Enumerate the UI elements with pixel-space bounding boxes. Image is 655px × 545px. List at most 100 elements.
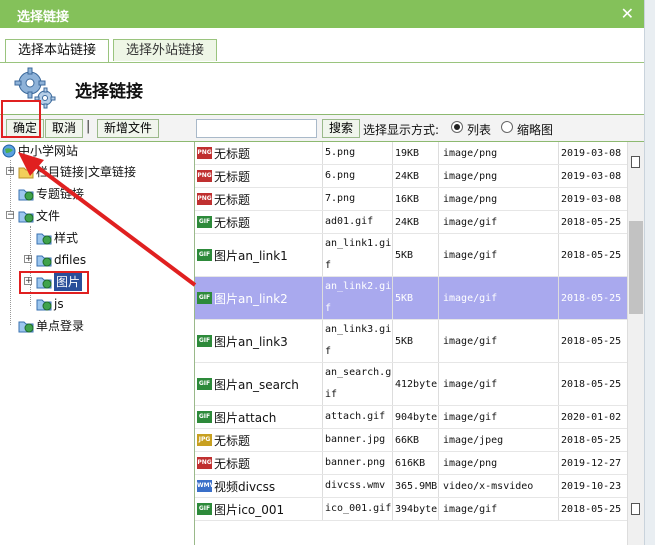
thumbnail-mode-label[interactable]: 缩略图 (517, 121, 553, 138)
file-list-scrollbar[interactable] (627, 142, 644, 545)
file-date-text: 2018-05-25 (561, 249, 622, 261)
gif-file-icon: GIF (197, 378, 212, 390)
file-type-cell: image/gif (439, 234, 559, 276)
gears-icon (14, 67, 56, 109)
file-filename-text: banner.jpg (325, 434, 386, 445)
file-row[interactable]: GIF 图片an_link2 an_link2.gif 5KB image/gif 201… (195, 277, 627, 320)
file-name-cell: JPG 无标题 (195, 429, 323, 451)
file-row[interactable]: GIF 图片attach attach.gif 904byte image/gif 202… (195, 406, 627, 429)
background-window-edge (644, 0, 655, 545)
file-type-text: image/png (443, 170, 498, 182)
file-type-text: image/jpeg (443, 434, 504, 446)
file-filename-text: ad01.gif (325, 216, 374, 227)
file-date-text: 2018-05-25 (561, 434, 622, 446)
file-row[interactable]: JPG 无标题 banner.jpg 66KB image/jpeg 2018-05-25 (195, 429, 627, 452)
file-row[interactable]: GIF 无标题 ad01.gif 24KB image/gif 2018-05-25 (195, 211, 627, 234)
file-row[interactable]: GIF 图片an_search an_search.gif 412byte image/… (195, 363, 627, 406)
file-filename-cell: ad01.gif (323, 211, 393, 233)
file-row[interactable]: PNG 无标题 banner.png 616KB image/png 2019-12-27 (195, 452, 627, 475)
file-filename-cell: divcss.wmv (323, 475, 393, 497)
file-type-cell: image/png (439, 165, 559, 187)
file-date-cell: 2018-05-25 (559, 429, 627, 451)
file-size-cell: 904byte (393, 406, 439, 428)
file-type-text: image/gif (443, 378, 498, 390)
confirm-button[interactable]: 确定 (6, 119, 45, 138)
file-filename-cell: ico_001.gif (323, 498, 393, 520)
file-date-text: 2019-03-08 (561, 147, 622, 159)
file-row[interactable]: GIF 图片an_link1 an_link1.gif 5KB image/gif 201… (195, 234, 627, 277)
thumbnail-mode-radio[interactable] (501, 121, 513, 133)
cancel-button[interactable]: 取消 (45, 119, 84, 138)
png-file-icon: PNG (197, 457, 212, 469)
file-title: 视频divcss (214, 479, 276, 494)
file-date-text: 2018-05-25 (561, 292, 622, 304)
file-filename-cell: an_search.gif (323, 363, 393, 405)
file-filename-text: an_link3.gif (325, 324, 392, 357)
file-date-text: 2018-05-25 (561, 335, 622, 347)
file-date-text: 2018-05-25 (561, 216, 622, 228)
file-date-cell: 2019-12-27 (559, 452, 627, 474)
tab-local-links[interactable]: 选择本站链接 (5, 39, 110, 62)
file-filename-cell: an_link1.gif (323, 234, 393, 276)
file-date-cell: 2019-03-08 (559, 142, 627, 164)
list-mode-radio[interactable] (451, 121, 463, 133)
file-type-text: image/gif (443, 335, 498, 347)
file-row[interactable]: PNG 无标题 6.png 24KB image/png 2019-03-08 (195, 165, 627, 188)
file-filename-text: divcss.wmv (325, 480, 386, 491)
file-date-cell: 2018-05-25 (559, 234, 627, 276)
file-date-text: 2020-01-02 (561, 411, 622, 423)
file-row[interactable]: PNG 无标题 5.png 19KB image/png 2019-03-08 (195, 142, 627, 165)
file-type-text: image/gif (443, 216, 498, 228)
file-type-cell: image/gif (439, 211, 559, 233)
file-date-text: 2019-03-08 (561, 193, 622, 205)
file-title: 图片an_link2 (214, 291, 288, 306)
file-filename-cell: 6.png (323, 165, 393, 187)
file-size-text: 5KB (395, 249, 414, 261)
scroll-down-arrow[interactable] (631, 503, 640, 515)
file-type-cell: image/gif (439, 320, 559, 362)
toolbar: 确定 取消 | 新增文件 搜索 选择显示方式: 列表 缩略图 (0, 114, 644, 142)
file-size-text: 365.9MB (395, 480, 438, 492)
scroll-thumb[interactable] (629, 221, 643, 314)
file-row[interactable]: WMV 视频divcss divcss.wmv 365.9MB video/x-msvi… (195, 475, 627, 498)
file-filename-cell: attach.gif (323, 406, 393, 428)
file-row[interactable]: PNG 无标题 7.png 16KB image/png 2019-03-08 (195, 188, 627, 211)
file-date-text: 2019-03-08 (561, 170, 622, 182)
file-type-text: image/png (443, 147, 498, 159)
folder-globe-icon (18, 321, 34, 333)
file-type-text: image/gif (443, 292, 498, 304)
dialog-header: 选择链接 (0, 62, 644, 114)
search-input[interactable] (196, 119, 317, 138)
file-size-text: 5KB (395, 335, 414, 347)
tab-external-links[interactable]: 选择外站链接 (113, 39, 218, 61)
file-date-cell: 2018-05-25 (559, 211, 627, 233)
file-date-text: 2019-12-27 (561, 457, 622, 469)
file-title: 图片ico_001 (214, 502, 285, 517)
file-type-text: video/x-msvideo (443, 480, 534, 492)
file-size-text: 904byte (395, 411, 438, 423)
file-name-cell: WMV 视频divcss (195, 475, 323, 497)
file-size-cell: 16KB (393, 188, 439, 210)
file-row[interactable]: GIF 图片ico_001 ico_001.gif 394byte image/gif 2… (195, 498, 627, 521)
file-filename-text: 6.png (325, 170, 356, 181)
file-date-cell: 2019-03-08 (559, 188, 627, 210)
file-name-cell: GIF 图片an_link3 (195, 320, 323, 362)
file-date-cell: 2019-03-08 (559, 165, 627, 187)
file-list: PNG 无标题 5.png 19KB image/png 2019-03-08 PNG 无标题… (195, 142, 627, 545)
file-date-text: 2018-05-25 (561, 503, 622, 515)
file-date-cell: 2018-05-25 (559, 498, 627, 520)
list-mode-label[interactable]: 列表 (467, 121, 491, 138)
file-row[interactable]: GIF 图片an_link3 an_link3.gif 5KB image/gif 201… (195, 320, 627, 363)
close-icon[interactable]: ✕ (621, 4, 634, 23)
file-size-cell: 616KB (393, 452, 439, 474)
scroll-up-arrow[interactable] (631, 156, 640, 168)
new-file-button[interactable]: 新增文件 (97, 119, 160, 138)
annotation-arrow-icon (18, 152, 197, 287)
file-filename-text: 7.png (325, 193, 356, 204)
file-filename-text: attach.gif (325, 411, 386, 422)
file-filename-cell: 5.png (323, 142, 393, 164)
header-title: 选择链接 (75, 82, 143, 102)
file-title: 图片attach (214, 410, 277, 425)
gif-file-icon: GIF (197, 335, 212, 347)
search-button[interactable]: 搜索 (322, 119, 361, 138)
